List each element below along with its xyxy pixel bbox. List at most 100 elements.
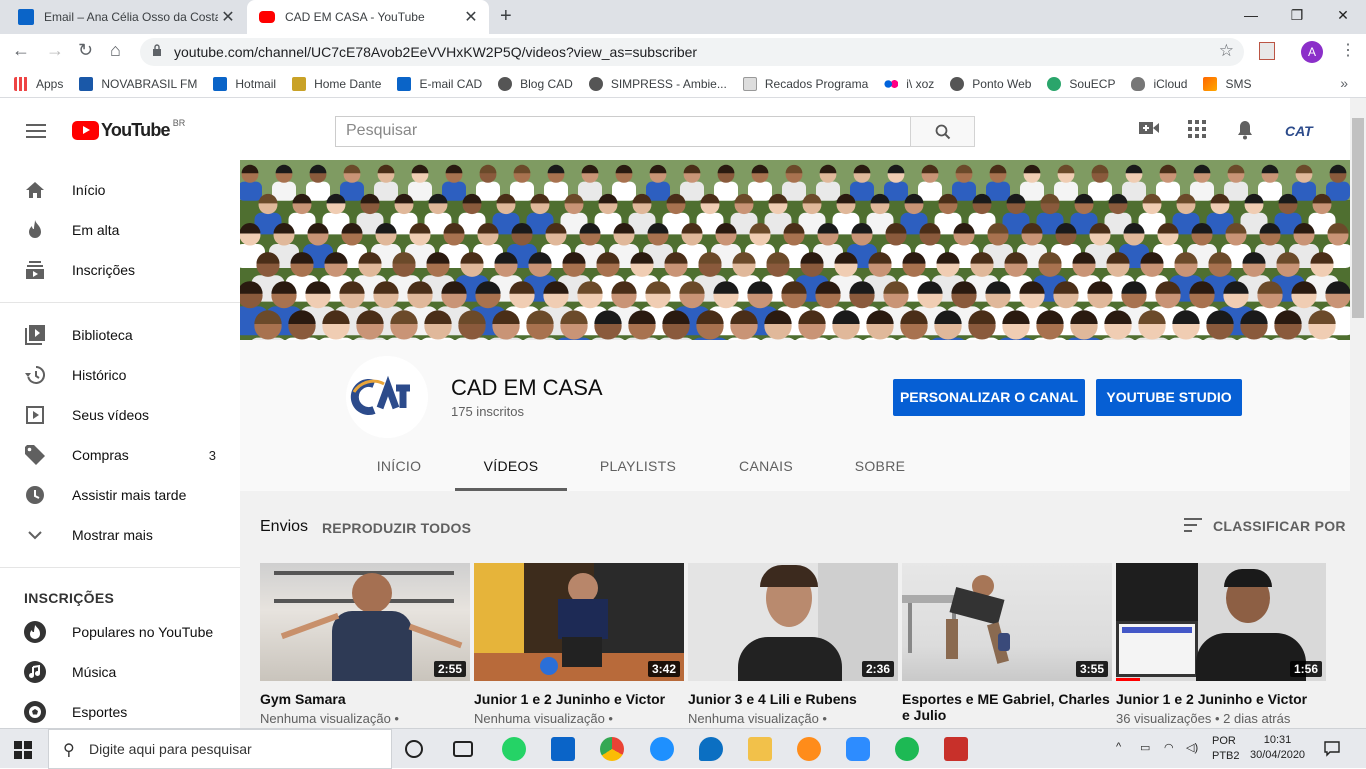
sidebar-item-populares[interactable]: Populares no YouTube — [0, 612, 240, 652]
bookmark-ponto-web[interactable]: Ponto Web — [950, 76, 1031, 91]
video-card[interactable]: 2:36 Junior 3 e 4 Lili e Rubens Nenhuma … — [688, 563, 898, 726]
browser-menu-icon[interactable]: ⋮ — [1340, 40, 1356, 60]
browser-tab-email[interactable]: Email – Ana Célia Osso da Costa ✕ — [10, 0, 246, 34]
sidebar-item-assistir-mais-tarde[interactable]: Assistir mais tarde — [0, 475, 240, 515]
pdf-extension-icon[interactable] — [1259, 42, 1275, 60]
menu-hamburger-icon[interactable] — [26, 124, 46, 138]
bookmark-souecp[interactable]: SouECP — [1047, 76, 1115, 91]
apps-grid-icon[interactable] — [1188, 120, 1206, 138]
search-button[interactable] — [910, 116, 975, 147]
show-hidden-icons-icon[interactable]: ^ — [1116, 741, 1121, 753]
bookmark-recados[interactable]: Recados Programa — [742, 76, 868, 91]
bookmark-home-dante[interactable]: Home Dante — [292, 76, 381, 91]
video-card[interactable]: 1:56 Junior 1 e 2 Juninho e Victor 36 vi… — [1116, 563, 1326, 726]
customize-channel-button[interactable]: PERSONALIZAR O CANAL — [893, 379, 1085, 416]
sort-by-button[interactable]: CLASSIFICAR POR — [1213, 518, 1346, 534]
home-icon[interactable]: ⌂ — [110, 40, 121, 61]
whatsapp-icon[interactable] — [502, 737, 526, 761]
video-title[interactable]: Junior 1 e 2 Juninho e Victor — [474, 691, 684, 707]
video-card[interactable]: 3:55 Esportes e ME Gabriel, Charles e Ju… — [902, 563, 1112, 727]
profile-avatar[interactable]: A — [1301, 41, 1323, 63]
app-shield-icon[interactable] — [944, 737, 968, 761]
sidebar-item-historico[interactable]: Histórico — [0, 355, 240, 395]
reload-icon[interactable]: ↻ — [78, 40, 93, 61]
search-input[interactable]: Pesquisar — [335, 116, 911, 147]
bookmark-icloud[interactable]: iCloud — [1131, 76, 1187, 91]
video-title[interactable]: Junior 3 e 4 Lili e Rubens — [688, 691, 898, 707]
scrollbar-thumb[interactable] — [1352, 118, 1364, 318]
video-card[interactable]: 3:42 Junior 1 e 2 Juninho e Victor Nenhu… — [474, 563, 684, 726]
tab-playlists[interactable]: PLAYLISTS — [588, 446, 688, 491]
address-bar[interactable]: youtube.com/channel/UC7cE78Avob2EeVVHxKW… — [140, 38, 1244, 66]
bookmark-star-icon[interactable]: ☆ — [1219, 41, 1234, 61]
bookmark-apps[interactable]: Apps — [14, 76, 63, 91]
video-title[interactable]: Junior 1 e 2 Juninho e Victor — [1116, 691, 1326, 707]
internet-explorer-icon[interactable] — [650, 737, 674, 761]
edge-icon[interactable] — [699, 737, 723, 761]
cortana-icon[interactable] — [405, 740, 423, 758]
bookmark-simpress[interactable]: SIMPRESS - Ambie... — [588, 76, 727, 91]
minimize-icon[interactable]: — — [1228, 0, 1274, 34]
sidebar-item-em-alta[interactable]: Em alta — [0, 210, 240, 250]
bookmark-hotmail[interactable]: Hotmail — [213, 76, 276, 91]
tab-sobre[interactable]: SOBRE — [830, 446, 930, 491]
app-icon[interactable] — [797, 737, 821, 761]
close-tab-icon[interactable]: ✕ — [461, 7, 481, 27]
video-thumbnail[interactable]: 2:36 — [688, 563, 898, 681]
more-bookmarks-icon[interactable]: » — [1340, 75, 1348, 91]
taskbar-search-box[interactable]: ⚲ Digite aqui para pesquisar — [48, 729, 392, 769]
bookmark-label: NOVABRASIL FM — [101, 76, 198, 91]
browser-tab-youtube[interactable]: CAD EM CASA - YouTube ✕ — [247, 0, 489, 34]
bookmark-blog-cad[interactable]: Blog CAD — [498, 76, 573, 91]
close-tab-icon[interactable]: ✕ — [218, 7, 238, 27]
task-view-icon[interactable] — [453, 741, 473, 757]
sidebar-item-inscricoes[interactable]: Inscrições — [0, 250, 240, 290]
tab-canais[interactable]: CANAIS — [716, 446, 816, 491]
wifi-icon[interactable]: ◠ — [1164, 741, 1174, 754]
sidebar-item-biblioteca[interactable]: Biblioteca — [0, 315, 240, 355]
youtube-studio-button[interactable]: YOUTUBE STUDIO — [1096, 379, 1242, 416]
notification-center-icon[interactable] — [1324, 741, 1340, 757]
video-title[interactable]: Gym Samara — [260, 691, 470, 707]
channel-avatar-icon[interactable]: CAT — [1285, 123, 1313, 139]
new-tab-button[interactable]: + — [500, 5, 512, 28]
tab-videos[interactable]: VÍDEOS — [455, 446, 567, 491]
notifications-bell-icon[interactable] — [1236, 120, 1254, 140]
video-thumbnail[interactable]: 3:55 — [902, 563, 1112, 681]
play-all-button[interactable]: REPRODUZIR TODOS — [322, 520, 471, 536]
video-thumbnail[interactable]: 2:55 — [260, 563, 470, 681]
create-video-icon[interactable] — [1139, 120, 1159, 136]
language-indicator[interactable]: POR PTB2 — [1212, 734, 1240, 764]
bookmark-sms[interactable]: SMS — [1203, 76, 1252, 91]
spotify-icon[interactable] — [895, 737, 919, 761]
sidebar-item-musica[interactable]: Música — [0, 652, 240, 692]
battery-icon[interactable]: ▭ — [1140, 741, 1150, 754]
windows-start-icon[interactable] — [14, 741, 32, 759]
tab-inicio[interactable]: INÍCIO — [349, 446, 449, 491]
sidebar-item-mostrar-mais[interactable]: Mostrar mais — [0, 515, 240, 555]
channel-avatar[interactable] — [346, 356, 428, 438]
bookmark-email-cad[interactable]: E-mail CAD — [397, 76, 482, 91]
back-arrow-icon[interactable]: ← — [12, 40, 30, 61]
bookmark-novabrasil[interactable]: NOVABRASIL FM — [79, 76, 198, 91]
sidebar-item-esportes[interactable]: Esportes — [0, 692, 240, 728]
outlook-icon[interactable] — [551, 737, 575, 761]
taskbar-clock[interactable]: 10:31 30/04/2020 — [1250, 733, 1305, 763]
video-thumbnail[interactable]: 3:42 — [474, 563, 684, 681]
bookmark-flickr[interactable]: i\ xoz — [884, 76, 934, 91]
sidebar-item-compras[interactable]: Compras 3 — [0, 435, 240, 475]
close-window-icon[interactable]: ✕ — [1320, 0, 1366, 34]
video-title[interactable]: Esportes e ME Gabriel, Charles e Julio — [902, 691, 1112, 723]
chrome-icon[interactable] — [600, 737, 624, 761]
sidebar-item-seus-videos[interactable]: Seus vídeos — [0, 395, 240, 435]
maximize-icon[interactable]: ❐ — [1274, 0, 1320, 34]
forward-arrow-icon[interactable]: → — [46, 40, 64, 61]
sidebar-item-inicio[interactable]: Início — [0, 170, 240, 210]
volume-icon[interactable]: ◁) — [1186, 741, 1198, 754]
zoom-icon[interactable] — [846, 737, 870, 761]
sort-icon[interactable] — [1184, 518, 1202, 532]
video-thumbnail[interactable]: 1:56 — [1116, 563, 1326, 681]
youtube-logo[interactable]: YouTube BR — [72, 118, 185, 141]
video-card[interactable]: 2:55 Gym Samara Nenhuma visualização • — [260, 563, 470, 726]
file-explorer-icon[interactable] — [748, 737, 772, 761]
